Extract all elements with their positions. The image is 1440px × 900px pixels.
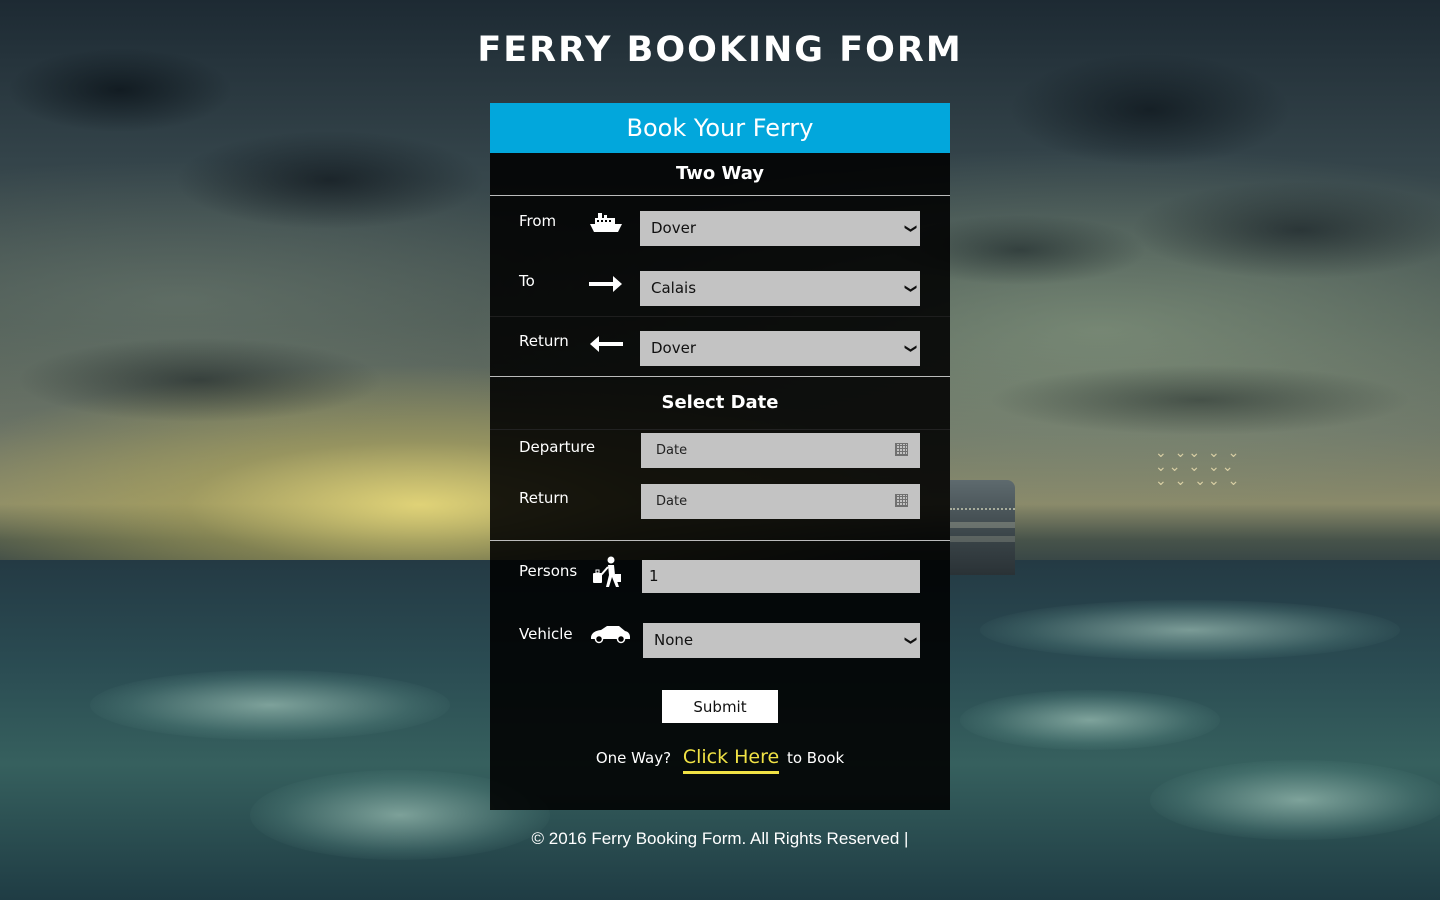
wave bbox=[90, 670, 450, 740]
departure-placeholder: Date bbox=[656, 443, 688, 458]
cruise-ship bbox=[950, 480, 1015, 575]
return-date-placeholder: Date bbox=[656, 494, 688, 509]
departure-date-input[interactable]: Date bbox=[641, 433, 920, 468]
birds: ⌄ ⌄⌄ ⌄ ⌄ ⌄⌄ ⌄ ⌄⌄ ⌄ ⌄ ⌄⌄ ⌄ bbox=[1155, 444, 1242, 488]
oneway-link[interactable]: Click Here bbox=[682, 746, 780, 774]
traveler-luggage-icon bbox=[589, 555, 623, 589]
to-label: To bbox=[519, 272, 535, 290]
form-header: Book Your Ferry bbox=[490, 103, 950, 153]
persons-value: 1 bbox=[649, 567, 659, 585]
chevron-down-icon: ❯ bbox=[904, 635, 919, 646]
from-value: Dover bbox=[651, 219, 696, 237]
vehicle-value: None bbox=[654, 631, 694, 649]
persons-label: Persons bbox=[519, 562, 578, 580]
return-route-value: Dover bbox=[651, 339, 696, 357]
vehicle-select[interactable]: None ❯ bbox=[643, 623, 920, 658]
return-route-label: Return bbox=[519, 332, 569, 350]
oneway-suffix: to Book bbox=[786, 749, 845, 767]
arrow-left-icon bbox=[589, 332, 623, 358]
return-date-input[interactable]: Date bbox=[641, 484, 920, 519]
oneway-prefix: One Way? bbox=[595, 749, 672, 767]
from-row: From Dover ❯ bbox=[490, 196, 950, 256]
chevron-down-icon: ❯ bbox=[904, 343, 919, 354]
footer-copyright: © 2016 Ferry Booking Form. All Rights Re… bbox=[531, 829, 909, 848]
booking-form: Book Your Ferry Two Way From Dover ❯ To … bbox=[490, 103, 950, 810]
from-label: From bbox=[519, 212, 557, 230]
wave bbox=[980, 600, 1400, 660]
vehicle-row: Vehicle None ❯ bbox=[490, 604, 950, 667]
page-title: FERRY BOOKING FORM bbox=[477, 30, 963, 70]
calendar-icon bbox=[895, 443, 908, 456]
car-icon bbox=[589, 624, 631, 650]
persons-input[interactable]: 1 bbox=[642, 560, 920, 593]
vehicle-label: Vehicle bbox=[519, 625, 573, 643]
calendar-icon bbox=[895, 494, 908, 507]
to-select[interactable]: Calais ❯ bbox=[640, 271, 920, 306]
persons-row: Persons 1 bbox=[490, 541, 950, 604]
ship-icon bbox=[589, 210, 623, 236]
trip-type-title: Two Way bbox=[490, 153, 950, 196]
return-route-select[interactable]: Dover ❯ bbox=[640, 331, 920, 366]
arrow-right-icon bbox=[589, 272, 623, 298]
oneway-prompt: One Way? Click Here to Book bbox=[490, 746, 950, 774]
submit-button[interactable]: Submit bbox=[662, 690, 778, 723]
return-route-row: Return Dover ❯ bbox=[490, 317, 950, 376]
return-date-row: Return Date bbox=[490, 481, 950, 540]
chevron-down-icon: ❯ bbox=[904, 283, 919, 294]
from-select[interactable]: Dover ❯ bbox=[640, 211, 920, 246]
departure-row: Departure Date bbox=[490, 430, 950, 481]
date-section-title: Select Date bbox=[490, 376, 950, 430]
to-row: To Calais ❯ bbox=[490, 256, 950, 316]
departure-label: Departure bbox=[519, 438, 596, 456]
wave bbox=[1150, 760, 1440, 840]
return-date-label: Return bbox=[519, 489, 569, 507]
to-value: Calais bbox=[651, 279, 697, 297]
chevron-down-icon: ❯ bbox=[904, 223, 919, 234]
wave bbox=[960, 690, 1220, 750]
